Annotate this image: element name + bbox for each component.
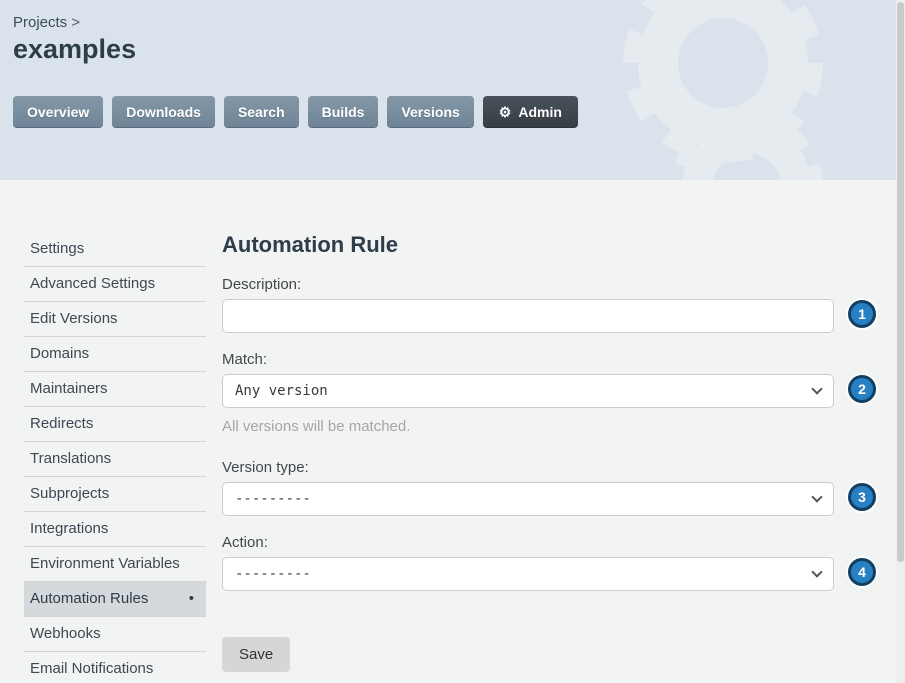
sidebar-item-advanced-settings[interactable]: Advanced Settings bbox=[24, 267, 206, 302]
match-help-text: All versions will be matched. bbox=[222, 418, 834, 435]
sidebar-item-environment-variables[interactable]: Environment Variables bbox=[24, 547, 206, 582]
sidebar-item-maintainers[interactable]: Maintainers bbox=[24, 372, 206, 407]
action-label: Action: bbox=[222, 534, 834, 551]
tab-builds[interactable]: Builds bbox=[308, 96, 379, 128]
sidebar-item-label: Edit Versions bbox=[30, 310, 118, 328]
tab-label: Overview bbox=[27, 104, 89, 120]
tab-downloads[interactable]: Downloads bbox=[112, 96, 215, 128]
decorative-gear-icon bbox=[652, 92, 842, 180]
match-select-value: Any version bbox=[235, 383, 328, 399]
project-header: Projects> examples Overview Downloads Se… bbox=[0, 0, 905, 180]
vertical-scrollbar[interactable] bbox=[896, 0, 905, 683]
sidebar-item-integrations[interactable]: Integrations bbox=[24, 512, 206, 547]
sidebar-item-redirects[interactable]: Redirects bbox=[24, 407, 206, 442]
sidebar-item-label: Email Notifications bbox=[30, 660, 153, 678]
annotation-badge-4: 4 bbox=[848, 558, 876, 586]
description-label: Description: bbox=[222, 276, 834, 293]
project-nav-tabs: Overview Downloads Search Builds Version… bbox=[13, 96, 578, 128]
sidebar-item-label: Integrations bbox=[30, 520, 108, 538]
breadcrumb: Projects> bbox=[13, 14, 905, 31]
sidebar-item-email-notifications[interactable]: Email Notifications bbox=[24, 652, 206, 683]
version-type-field-group: Version type: --------- 3 bbox=[222, 459, 834, 516]
version-type-select-value: --------- bbox=[235, 491, 311, 507]
automation-rule-form: Automation Rule Description: 1 Match: An… bbox=[222, 232, 834, 683]
sidebar-item-automation-rules[interactable]: Automation Rules • bbox=[24, 582, 206, 617]
chevron-down-icon bbox=[811, 491, 822, 502]
chevron-down-icon bbox=[811, 566, 822, 577]
tab-label: Search bbox=[238, 104, 285, 120]
form-title: Automation Rule bbox=[222, 232, 834, 258]
action-select-value: --------- bbox=[235, 566, 311, 582]
version-type-select[interactable]: --------- bbox=[222, 482, 834, 516]
sidebar-item-label: Subprojects bbox=[30, 485, 109, 503]
tab-label: Builds bbox=[322, 104, 365, 120]
gear-icon: ⚙ bbox=[499, 105, 512, 119]
annotation-badge-3: 3 bbox=[848, 483, 876, 511]
sidebar-item-edit-versions[interactable]: Edit Versions bbox=[24, 302, 206, 337]
breadcrumb-separator: > bbox=[71, 14, 80, 31]
action-field-group: Action: --------- 4 bbox=[222, 534, 834, 591]
tab-label: Downloads bbox=[126, 104, 201, 120]
tab-label: Versions bbox=[401, 104, 459, 120]
sidebar-item-label: Domains bbox=[30, 345, 89, 363]
admin-sidebar: Settings Advanced Settings Edit Versions… bbox=[24, 232, 206, 683]
sidebar-item-subprojects[interactable]: Subprojects bbox=[24, 477, 206, 512]
tab-versions[interactable]: Versions bbox=[387, 96, 473, 128]
action-select[interactable]: --------- bbox=[222, 557, 834, 591]
description-input[interactable] bbox=[222, 299, 834, 333]
sidebar-item-translations[interactable]: Translations bbox=[24, 442, 206, 477]
sidebar-item-label: Environment Variables bbox=[30, 555, 180, 573]
sidebar-item-label: Automation Rules bbox=[30, 590, 148, 608]
breadcrumb-projects-link[interactable]: Projects bbox=[13, 14, 67, 31]
save-button[interactable]: Save bbox=[222, 637, 290, 672]
tab-overview[interactable]: Overview bbox=[13, 96, 103, 128]
description-field-group: Description: 1 bbox=[222, 276, 834, 333]
sidebar-item-webhooks[interactable]: Webhooks bbox=[24, 617, 206, 652]
sidebar-item-settings[interactable]: Settings bbox=[24, 232, 206, 267]
match-label: Match: bbox=[222, 351, 834, 368]
sidebar-item-label: Advanced Settings bbox=[30, 275, 155, 293]
admin-content: Settings Advanced Settings Edit Versions… bbox=[0, 180, 905, 683]
tab-label: Admin bbox=[518, 104, 562, 120]
sidebar-item-label: Webhooks bbox=[30, 625, 101, 643]
annotation-badge-1: 1 bbox=[848, 300, 876, 328]
version-type-label: Version type: bbox=[222, 459, 834, 476]
chevron-down-icon bbox=[811, 383, 822, 394]
match-field-group: Match: Any version All versions will be … bbox=[222, 351, 834, 435]
match-select[interactable]: Any version bbox=[222, 374, 834, 408]
annotation-badge-2: 2 bbox=[848, 375, 876, 403]
tab-admin[interactable]: ⚙ Admin bbox=[483, 96, 578, 128]
page-title: examples bbox=[13, 34, 905, 65]
active-bullet-icon: • bbox=[189, 590, 200, 608]
sidebar-item-label: Maintainers bbox=[30, 380, 108, 398]
sidebar-item-label: Settings bbox=[30, 240, 84, 258]
sidebar-item-domains[interactable]: Domains bbox=[24, 337, 206, 372]
sidebar-item-label: Redirects bbox=[30, 415, 93, 433]
scrollbar-thumb[interactable] bbox=[897, 2, 904, 562]
sidebar-item-label: Translations bbox=[30, 450, 111, 468]
tab-search[interactable]: Search bbox=[224, 96, 299, 128]
